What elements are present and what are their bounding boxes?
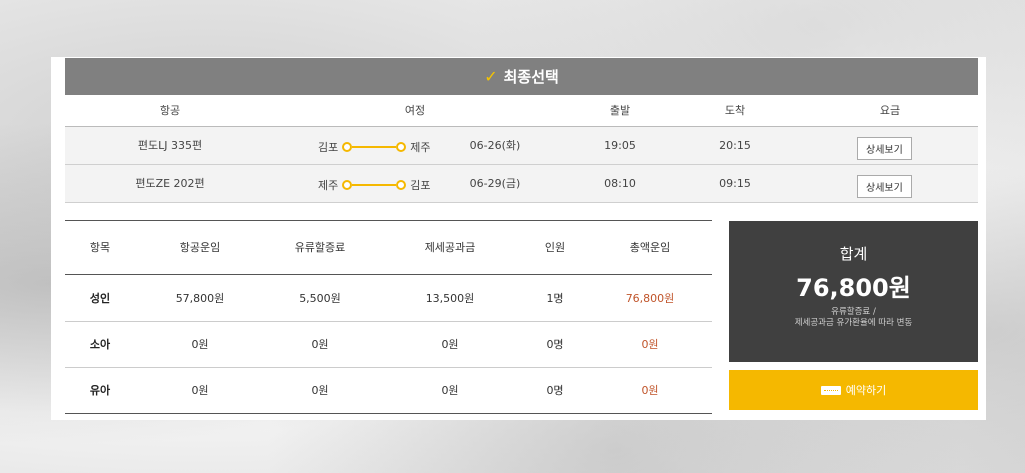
fare-count: 1명 [546, 292, 564, 305]
flight-date: 06-26(화) [469, 139, 521, 152]
route-from: 제주 [318, 179, 339, 192]
reserve-label: 예약하기 [845, 384, 887, 397]
route-start-dot [342, 142, 353, 152]
flight-date: 06-29(금) [469, 177, 521, 190]
fare-tax: 0원 [441, 384, 459, 397]
arrive-time: 09:15 [719, 177, 751, 190]
total-summary: 합계 76,800원 유류할증료 / 제세공과금 유가환율에 따라 변동 [729, 221, 978, 362]
flight-row: 편도ZE 202편 제주 김포 06-29(금) 08:10 09:15 상세보… [65, 165, 978, 203]
flight-table-header: 항공 여정 출발 도착 요금 [65, 95, 978, 127]
col-item: 항목 [89, 241, 111, 254]
fare-air: 0원 [191, 384, 209, 397]
route-end-dot [396, 180, 407, 190]
depart-time: 08:10 [604, 177, 636, 190]
col-fare: 요금 [879, 104, 901, 117]
final-selection-title: 최종선택 [503, 68, 559, 86]
total-note-line2: 제세공과금 유가환율에 따라 변동 [794, 318, 913, 328]
fare-tax: 0원 [441, 338, 459, 351]
fare-fuel: 5,500원 [299, 292, 341, 305]
depart-time: 19:05 [604, 139, 636, 152]
route-end-dot [396, 142, 407, 152]
route: 제주 김포 [314, 177, 435, 193]
fare-air: 0원 [191, 338, 209, 351]
fare-air: 57,800원 [175, 292, 225, 305]
flight-row: 편도LJ 335편 김포 제주 06-26(화) 19:05 20:15 상세보… [65, 127, 978, 165]
fare-total: 0원 [641, 338, 659, 351]
col-air-fare: 항공운임 [179, 241, 221, 254]
route-line [352, 146, 397, 148]
fare-table-header: 항목 항공운임 유류할증료 제세공과금 인원 총액운임 [65, 220, 712, 275]
check-icon: ✓ [484, 67, 498, 86]
col-tax: 제세공과금 [424, 241, 476, 254]
fare-row-adult: 성인 57,800원 5,500원 13,500원 1명 76,800원 [65, 276, 712, 322]
final-selection-header: ✓ 최종선택 [65, 58, 978, 95]
total-amount: 76,800원 [796, 274, 911, 302]
fare-type: 유아 [89, 384, 111, 397]
detail-button[interactable]: 상세보기 [857, 175, 912, 198]
fare-fuel: 0원 [311, 338, 329, 351]
route-start-dot [342, 180, 353, 190]
col-fuel-surcharge: 유류할증료 [294, 241, 346, 254]
fare-type: 소아 [89, 338, 111, 351]
route-to: 김포 [410, 179, 431, 192]
fare-count: 0명 [546, 338, 564, 351]
fare-count: 0명 [546, 384, 564, 397]
col-depart: 출발 [609, 104, 631, 117]
fare-type: 성인 [89, 292, 111, 305]
route-to: 제주 [410, 141, 431, 154]
ticket-icon [820, 385, 841, 395]
fare-fuel: 0원 [311, 384, 329, 397]
flight-name: 편도LJ 335편 [137, 139, 203, 152]
reserve-button[interactable]: 예약하기 [729, 370, 978, 410]
detail-button[interactable]: 상세보기 [857, 137, 912, 160]
fare-tax: 13,500원 [425, 292, 475, 305]
flight-table: 항공 여정 출발 도착 요금 편도LJ 335편 김포 제주 06-26(화) … [65, 95, 978, 203]
route: 김포 제주 [314, 139, 435, 155]
total-note-line1: 유류할증료 / [831, 307, 876, 317]
route-line [352, 184, 397, 186]
route-from: 김포 [318, 141, 339, 154]
fare-total: 76,800원 [625, 292, 675, 305]
col-count: 인원 [544, 241, 566, 254]
col-arrive: 도착 [724, 104, 746, 117]
final-selection-panel: ✓ 최종선택 항공 여정 출발 도착 요금 편도LJ 335편 김포 제주 06… [51, 57, 986, 420]
total-title: 합계 [839, 245, 868, 263]
col-airline: 항공 [159, 104, 181, 117]
fare-row-infant: 유아 0원 0원 0원 0명 0원 [65, 368, 712, 414]
fare-row-child: 소아 0원 0원 0원 0명 0원 [65, 322, 712, 368]
total-note: 유류할증료 / 제세공과금 유가환율에 따라 변동 [729, 307, 978, 329]
col-itinerary: 여정 [404, 104, 426, 117]
col-total-fare: 총액운임 [629, 241, 671, 254]
arrive-time: 20:15 [719, 139, 751, 152]
fare-total: 0원 [641, 384, 659, 397]
flight-name: 편도ZE 202편 [135, 177, 205, 190]
